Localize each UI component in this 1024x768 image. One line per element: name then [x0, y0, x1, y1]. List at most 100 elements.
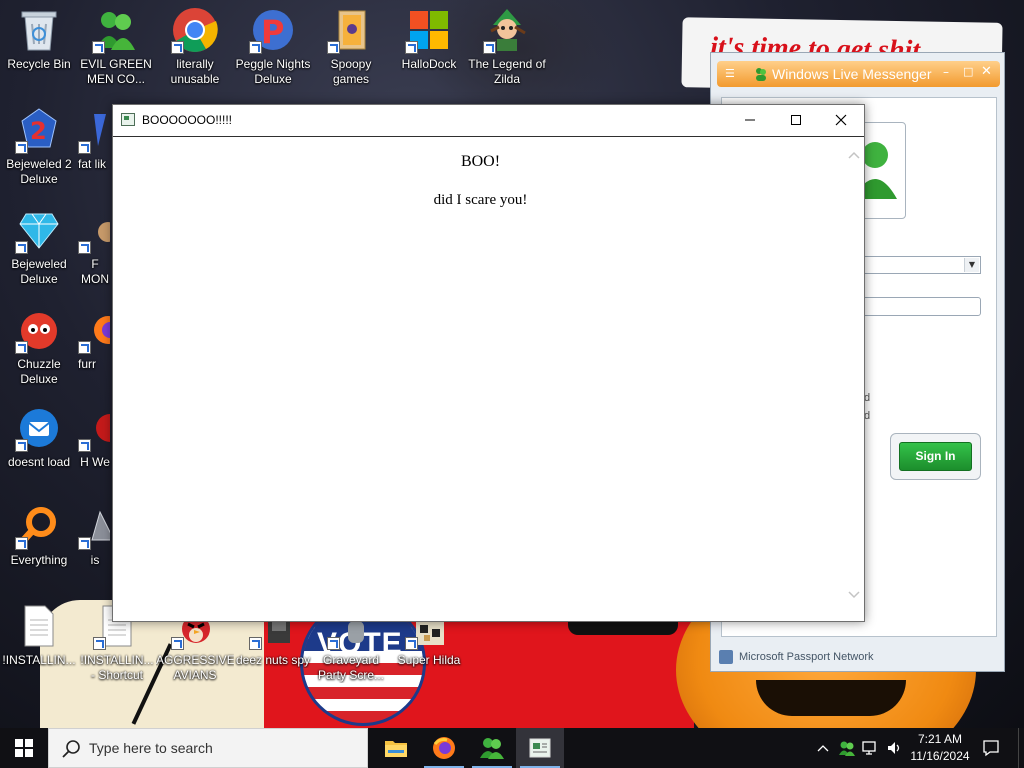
app-window-icon	[121, 113, 135, 126]
dialog-app-icon	[529, 738, 551, 758]
close-icon	[835, 114, 847, 126]
zilda-icon	[483, 6, 531, 54]
tray-volume[interactable]	[884, 728, 906, 768]
password-field[interactable]	[862, 297, 981, 316]
chuzzle-icon	[15, 306, 63, 354]
taskbar-file-explorer[interactable]	[372, 728, 420, 768]
desktop-icon-label: is	[90, 553, 100, 567]
shortcut-arrow-icon	[15, 537, 28, 550]
search-icon	[62, 740, 80, 758]
desktop-icon-spoopy-games[interactable]: Spoopy games	[312, 6, 390, 87]
vertical-scrollbar[interactable]	[845, 138, 863, 620]
desktop-icon-bejeweled-2[interactable]: 2 Bejeweled 2 Deluxe	[0, 106, 78, 187]
desktop-icon-hallodock[interactable]: HalloDock	[390, 6, 468, 72]
desktop-icon-label: deez nuts spy	[235, 653, 311, 667]
desktop-icon-recycle-bin[interactable]: Recycle Bin	[0, 6, 78, 72]
desktop-icon-installing[interactable]: !INSTALLIN...	[0, 602, 78, 668]
desktop-icon-legend-of-zilda[interactable]: The Legend of Zilda	[468, 6, 546, 87]
desktop-icon-label: H We	[80, 455, 110, 469]
menu-lines-icon[interactable]: ☰	[725, 67, 735, 80]
shortcut-arrow-icon	[483, 41, 496, 54]
desktop-icon-label: Everything	[10, 553, 68, 567]
desktop-icon-label: doesnt load	[7, 455, 71, 469]
triangle-app-icon	[78, 502, 112, 550]
email-dropdown[interactable]: ▼	[862, 256, 981, 274]
system-clock[interactable]: 7:21 AM 11/16/2024	[906, 731, 974, 765]
scroll-up-icon[interactable]	[848, 150, 860, 160]
chevron-down-icon[interactable]: ▼	[964, 258, 979, 272]
scroll-down-icon[interactable]	[848, 590, 860, 600]
shortcut-arrow-icon	[78, 141, 91, 154]
taskbar-search-box[interactable]: Type here to search	[48, 728, 368, 768]
close-button[interactable]	[818, 105, 864, 135]
shortcut-arrow-icon	[171, 637, 184, 650]
close-icon[interactable]: ✕	[981, 64, 992, 79]
tray-messenger[interactable]	[836, 728, 858, 768]
dialog-title: BOOOOOOO!!!!!	[142, 113, 233, 127]
shortcut-arrow-icon	[78, 241, 91, 254]
desktop-icon-label: F MON	[81, 257, 109, 286]
volume-icon	[888, 742, 900, 754]
desktop-icon-monster[interactable]: F MON	[78, 206, 112, 287]
show-desktop-button[interactable]	[1018, 728, 1024, 768]
desktop-icon-literally-unusable[interactable]: literally unusable	[156, 6, 234, 87]
green-men-icon	[92, 6, 140, 54]
taskbar: Type here to search 7:21 AM 11/16/2024	[0, 728, 1024, 768]
shortcut-arrow-icon	[249, 41, 262, 54]
maximize-icon[interactable]: □	[963, 65, 973, 78]
minimize-icon	[745, 119, 755, 121]
show-hidden-icons-button[interactable]	[812, 728, 834, 768]
peggle-icon: P	[249, 6, 297, 54]
sign-in-button[interactable]: Sign In	[899, 442, 972, 471]
windows-start-icon	[15, 739, 33, 757]
desktop-icon-label: !INSTALLIN... - Shortcut	[80, 653, 154, 682]
desktop-icon-label: Peggle Nights Deluxe	[235, 57, 311, 86]
recycle-bin-icon	[15, 6, 63, 54]
maximize-button[interactable]	[773, 105, 819, 135]
search-placeholder: Type here to search	[89, 740, 213, 756]
desktop-icon-label: The Legend of Zilda	[468, 57, 546, 86]
taskbar-messenger[interactable]	[468, 728, 516, 768]
action-center-button[interactable]	[976, 728, 1006, 768]
shortcut-arrow-icon	[405, 637, 418, 650]
boo-dialog-window: BOOOOOOO!!!!! BOO! did I scare you!	[112, 104, 865, 622]
desktop-icon-label: HalloDock	[401, 57, 457, 71]
everything-search-icon	[15, 502, 63, 550]
messenger-tray-icon	[839, 741, 855, 756]
shortcut-arrow-icon	[15, 241, 28, 254]
network-icon	[862, 741, 876, 755]
chevron-up-icon	[817, 745, 829, 752]
shortcut-arrow-icon	[15, 341, 28, 354]
tray-network[interactable]	[860, 728, 882, 768]
shortcut-arrow-icon	[171, 41, 184, 54]
desktop-icon-label: Spoopy games	[330, 57, 372, 86]
desktop-icon-label: EVIL GREEN MEN CO...	[80, 57, 152, 86]
desktop-icon-is[interactable]: is	[78, 502, 112, 568]
desktop-icon-doesnt-load[interactable]: doesnt load	[0, 404, 78, 470]
start-button[interactable]	[0, 728, 48, 768]
diamond-icon	[15, 206, 63, 254]
messenger-title: Windows Live Messenger	[772, 66, 932, 82]
bejeweled-2-icon: 2	[15, 106, 63, 154]
svg-text:P: P	[261, 13, 284, 51]
desktop-icon-furr[interactable]: furr	[78, 306, 112, 372]
desktop-icon-evil-green-men[interactable]: EVIL GREEN MEN CO...	[77, 6, 155, 87]
desktop-icon-label: fat lik	[78, 157, 107, 171]
minimize-button[interactable]	[727, 105, 773, 135]
dialog-titlebar[interactable]: BOOOOOOO!!!!!	[113, 105, 864, 136]
desktop-icon-bejeweled-deluxe[interactable]: Bejeweled Deluxe	[0, 206, 78, 287]
desktop-icon-everything[interactable]: Everything	[0, 502, 78, 568]
taskbar-boo-window[interactable]	[516, 728, 564, 768]
messenger-titlebar[interactable]: ☰ Windows Live Messenger – □ ✕	[717, 61, 1000, 87]
desktop-icon-red-app[interactable]: H We	[78, 404, 112, 470]
desktop-icon-chuzzle[interactable]: Chuzzle Deluxe	[0, 306, 78, 387]
minimize-icon[interactable]: –	[943, 65, 949, 79]
desktop-icon-fat-like[interactable]: fat lik	[78, 106, 112, 172]
shortcut-arrow-icon	[249, 637, 262, 650]
taskbar-firefox[interactable]	[420, 728, 468, 768]
desktop-icon-peggle-nights[interactable]: P Peggle Nights Deluxe	[234, 6, 312, 87]
messenger-buddy-icon	[753, 66, 769, 86]
clock-date: 11/16/2024	[910, 749, 970, 763]
monster-icon	[78, 206, 112, 254]
shortcut-arrow-icon	[78, 537, 91, 550]
